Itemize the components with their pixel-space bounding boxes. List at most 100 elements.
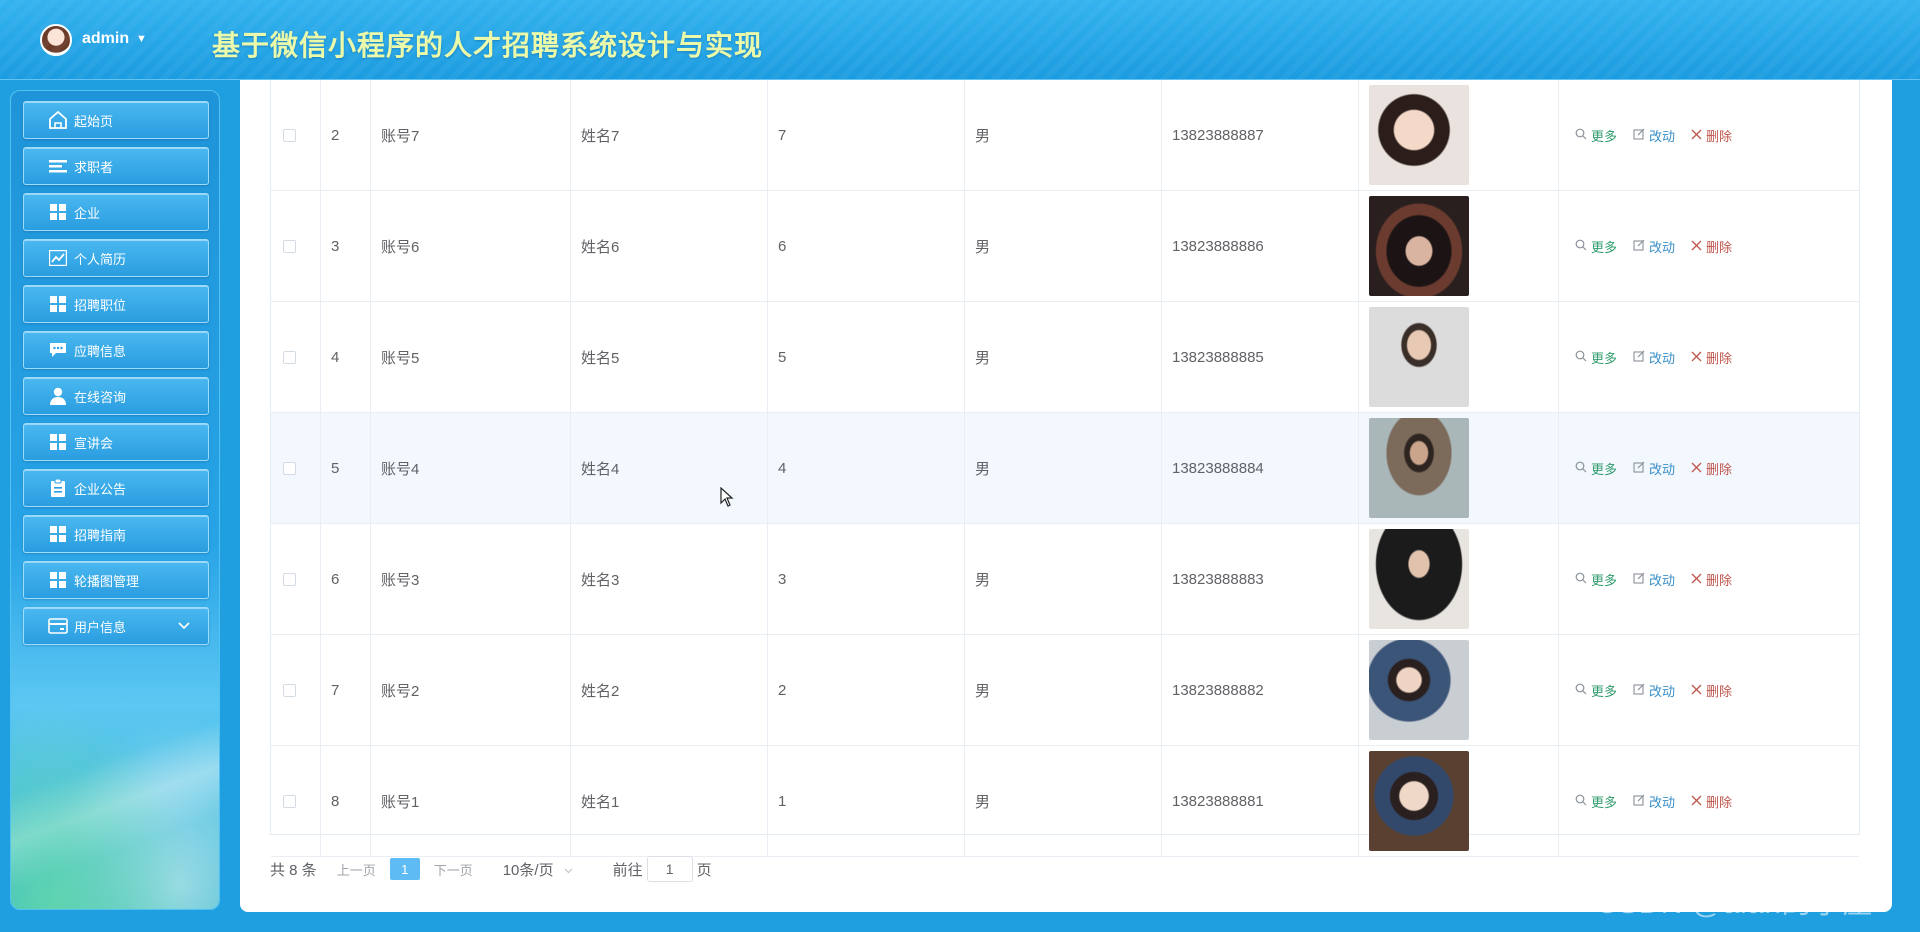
row-checkbox[interactable] xyxy=(283,461,296,475)
pagination-total: 共 8 条 xyxy=(270,861,317,879)
sidebar-item-enterprise[interactable]: 企业 xyxy=(23,193,209,231)
sidebar-item-home[interactable]: 起始页 xyxy=(23,101,209,139)
phone-cell-text: 13823888882 xyxy=(1172,681,1264,699)
edit-label: 改动 xyxy=(1649,239,1676,255)
table-row: 3 账号6 姓名6 6 男 13823888886 更多 改动 删除 xyxy=(271,191,1859,302)
account-cell: 账号2 xyxy=(371,635,571,745)
more-button[interactable]: 更多 xyxy=(1575,681,1617,700)
row-index: 6 xyxy=(321,524,371,634)
table-row: 2 账号7 姓名7 7 男 13823888887 更多 改动 删除 xyxy=(271,80,1859,191)
row-checkbox[interactable] xyxy=(283,572,296,586)
search-icon xyxy=(1575,794,1587,809)
sidebar-item-consult[interactable]: 在线咨询 xyxy=(23,377,209,415)
edit-button[interactable]: 改动 xyxy=(1633,126,1675,145)
edit-button[interactable]: 改动 xyxy=(1633,459,1675,478)
sidebar-item-label: 企业 xyxy=(74,205,101,221)
more-label: 更多 xyxy=(1591,461,1618,477)
user-photo[interactable] xyxy=(1369,640,1469,740)
gender-cell-text: 男 xyxy=(975,238,991,256)
row-index-text: 2 xyxy=(331,126,340,144)
edit-button[interactable]: 改动 xyxy=(1633,570,1675,589)
user-photo[interactable] xyxy=(1369,529,1469,629)
account-cell: 账号1 xyxy=(371,746,571,856)
sidebar-item-carousel[interactable]: 轮播图管理 xyxy=(23,561,209,599)
more-button[interactable]: 更多 xyxy=(1575,126,1617,145)
row-checkbox-cell xyxy=(271,191,321,301)
number-cell: 6 xyxy=(768,191,965,301)
number-cell-text: 1 xyxy=(778,792,787,810)
user-photo[interactable] xyxy=(1369,85,1469,185)
delete-button[interactable]: 删除 xyxy=(1691,792,1732,811)
row-checkbox[interactable] xyxy=(283,794,296,808)
pagination-next-button[interactable]: 下一页 xyxy=(434,860,473,879)
sidebar-item-job-postings[interactable]: 招聘职位 xyxy=(23,285,209,323)
user-photo[interactable] xyxy=(1369,307,1469,407)
more-button[interactable]: 更多 xyxy=(1575,570,1617,589)
row-checkbox-cell xyxy=(271,524,321,634)
sidebar-item-job-seekers[interactable]: 求职者 xyxy=(23,147,209,185)
delete-button[interactable]: 删除 xyxy=(1691,570,1732,589)
row-actions: 更多 改动 删除 xyxy=(1575,237,1732,256)
delete-button[interactable]: 删除 xyxy=(1691,681,1732,700)
row-checkbox[interactable] xyxy=(283,239,296,253)
edit-label: 改动 xyxy=(1649,461,1676,477)
pagination-current-page[interactable]: 1 xyxy=(389,858,420,880)
sidebar-item-user-info[interactable]: 用户信息 xyxy=(23,607,209,645)
delete-button[interactable]: 删除 xyxy=(1691,237,1732,256)
phone-cell-text: 13823888883 xyxy=(1172,570,1264,588)
more-button[interactable]: 更多 xyxy=(1575,348,1617,367)
gender-cell: 男 xyxy=(965,80,1162,190)
account-cell-text: 账号6 xyxy=(381,238,420,256)
edit-button[interactable]: 改动 xyxy=(1633,681,1675,700)
actions-cell: 更多 改动 删除 xyxy=(1559,746,1859,856)
user-dropdown-caret-icon[interactable]: ▼ xyxy=(136,33,147,45)
name-cell-text: 姓名2 xyxy=(581,682,620,700)
more-button[interactable]: 更多 xyxy=(1575,237,1617,256)
user-name[interactable]: admin xyxy=(82,30,129,48)
sidebar-item-announcements[interactable]: 企业公告 xyxy=(23,469,209,507)
sidebar-item-label: 企业公告 xyxy=(74,481,127,497)
user-photo[interactable] xyxy=(1369,196,1469,296)
user-avatar[interactable] xyxy=(40,24,72,56)
sidebar-item-label: 宣讲会 xyxy=(74,435,114,451)
sidebar-item-guide[interactable]: 招聘指南 xyxy=(23,515,209,553)
row-checkbox[interactable] xyxy=(283,683,296,697)
chevron-down-icon xyxy=(178,618,190,633)
more-label: 更多 xyxy=(1591,350,1618,366)
watermark: CSDN @alan的小屋 xyxy=(1596,887,1874,920)
page-size-select[interactable]: 10条/页 xyxy=(503,859,573,880)
top-header: admin ▼ 基于微信小程序的人才招聘系统设计与实现 xyxy=(0,0,1920,80)
more-button[interactable]: 更多 xyxy=(1575,459,1617,478)
close-icon xyxy=(1691,683,1702,698)
delete-button[interactable]: 删除 xyxy=(1691,348,1732,367)
more-label: 更多 xyxy=(1591,572,1618,588)
user-photo[interactable] xyxy=(1369,418,1469,518)
row-index: 7 xyxy=(321,635,371,745)
delete-label: 删除 xyxy=(1706,239,1733,255)
sidebar-item-seminars[interactable]: 宣讲会 xyxy=(23,423,209,461)
actions-cell: 更多 改动 删除 xyxy=(1559,635,1859,745)
account-cell: 账号6 xyxy=(371,191,571,301)
pagination-prev-button[interactable]: 上一页 xyxy=(337,860,376,879)
edit-button[interactable]: 改动 xyxy=(1633,237,1675,256)
gender-cell: 男 xyxy=(965,524,1162,634)
phone-cell: 13823888882 xyxy=(1162,635,1359,745)
goto-page-input[interactable] xyxy=(646,856,693,882)
number-cell: 3 xyxy=(768,524,965,634)
delete-button[interactable]: 删除 xyxy=(1691,459,1732,478)
sidebar-item-applications[interactable]: 应聘信息 xyxy=(23,331,209,369)
name-cell-text: 姓名5 xyxy=(581,349,620,367)
row-checkbox[interactable] xyxy=(283,128,296,142)
row-checkbox-cell xyxy=(271,302,321,412)
edit-button[interactable]: 改动 xyxy=(1633,348,1675,367)
phone-cell-text: 13823888886 xyxy=(1172,237,1264,255)
actions-cell: 更多 改动 删除 xyxy=(1559,413,1859,523)
name-cell-text: 姓名1 xyxy=(581,793,620,811)
sidebar-item-resume[interactable]: 个人简历 xyxy=(23,239,209,277)
row-index: 4 xyxy=(321,302,371,412)
user-photo[interactable] xyxy=(1369,751,1469,851)
more-button[interactable]: 更多 xyxy=(1575,792,1617,811)
edit-button[interactable]: 改动 xyxy=(1633,792,1675,811)
delete-button[interactable]: 删除 xyxy=(1691,126,1732,145)
row-checkbox[interactable] xyxy=(283,350,296,364)
